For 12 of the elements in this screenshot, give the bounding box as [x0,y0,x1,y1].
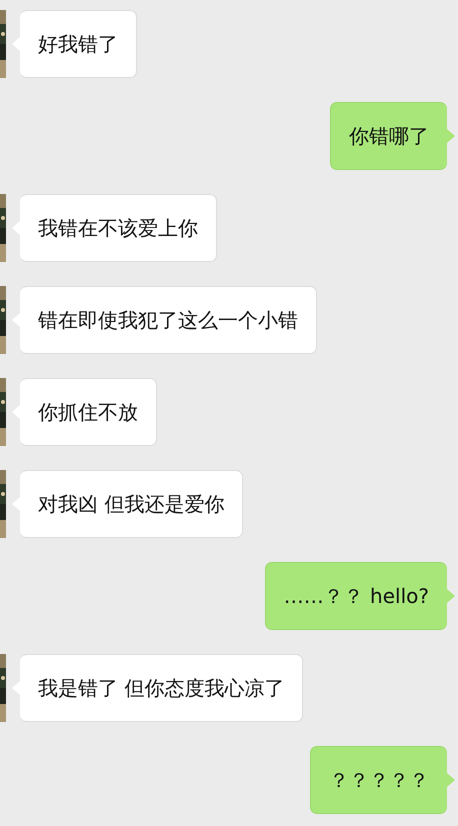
bubble-tail [447,129,455,143]
message-bubble: 我错在不该爱上你 [20,194,217,262]
message-bubble: 错在即使我犯了这么一个小错 [20,286,317,354]
message-bubble: 我是错了 但你态度我心凉了 [20,654,304,722]
bubble-tail [447,773,455,787]
message-bubble: ……？？ hello? [264,562,447,630]
message-bubble: ？？？？？ [310,746,447,814]
message-bubble: 好我错了 [20,10,137,78]
message-bubble: 你抓住不放 [20,378,157,446]
bubble-tail [447,589,455,603]
message-bubble: 对我凶 但我还是爱你 [20,470,244,538]
message-bubble: 你错哪了 [330,102,447,170]
